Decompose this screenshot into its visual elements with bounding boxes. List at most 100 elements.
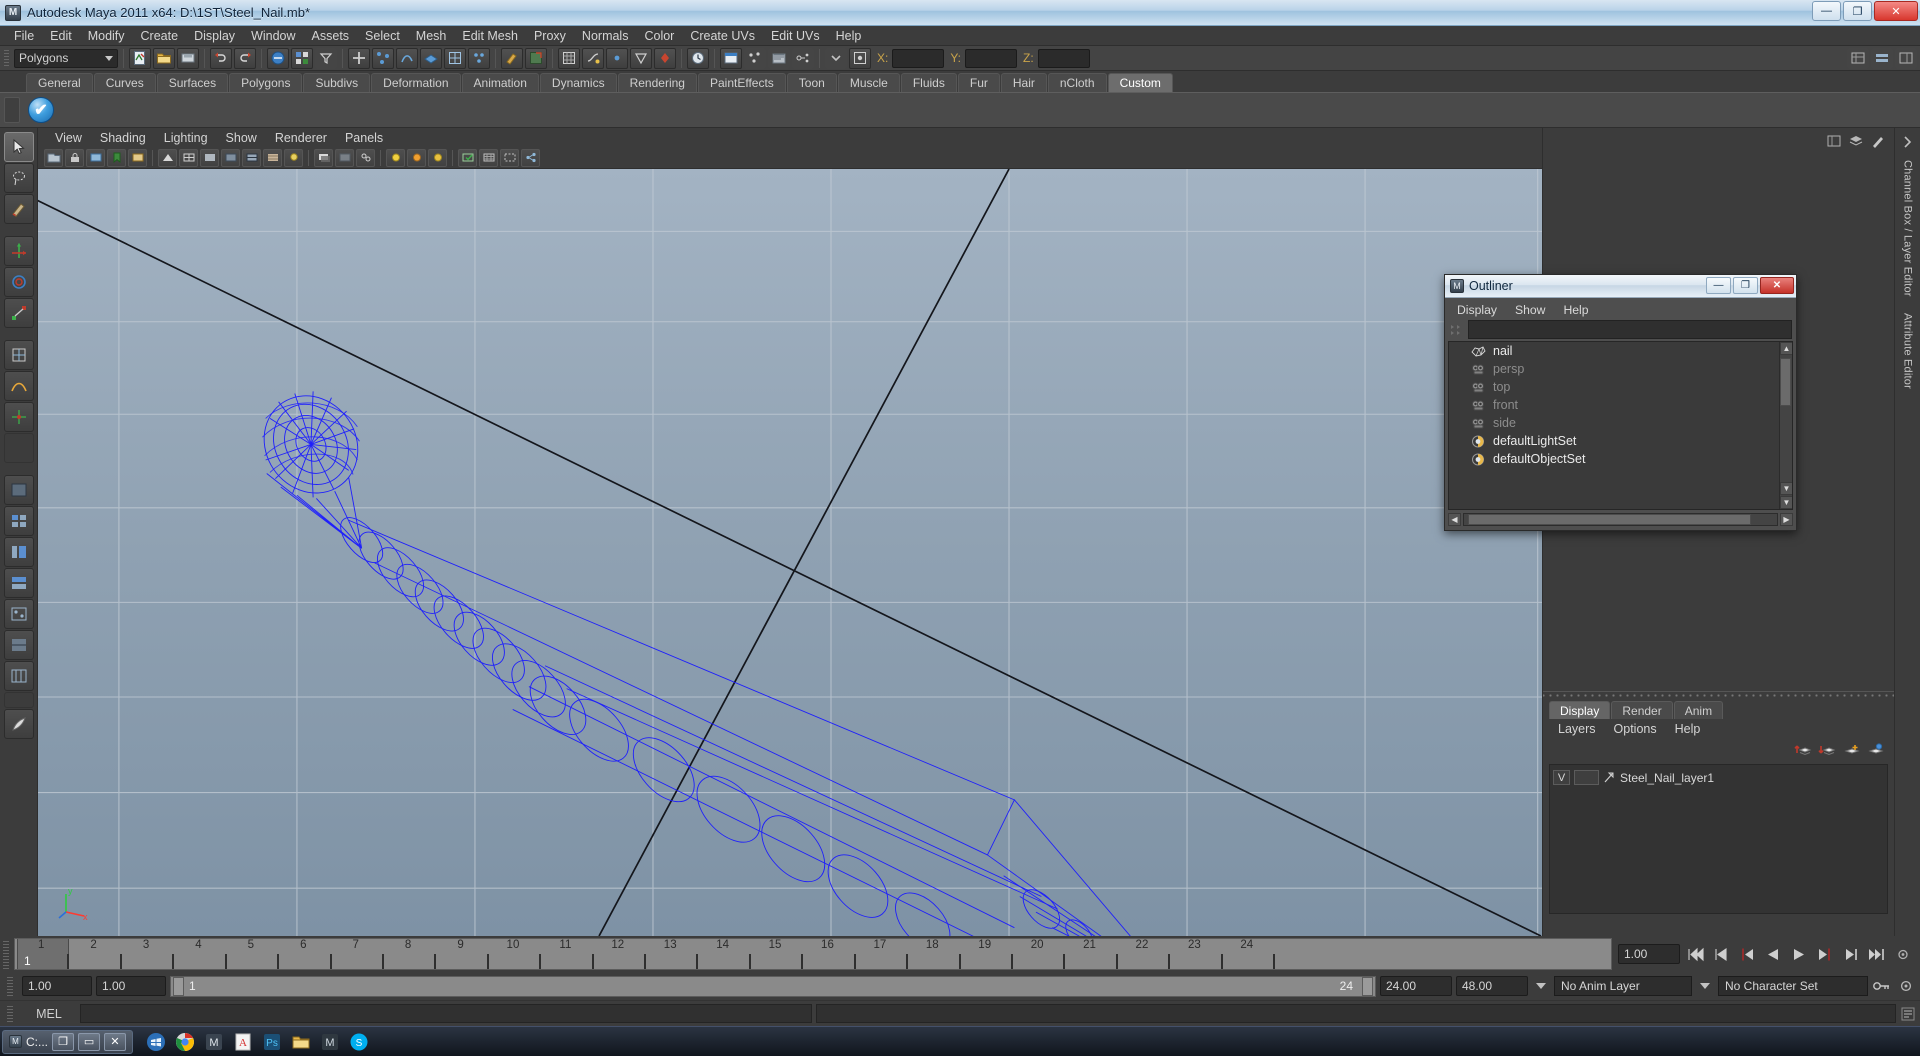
shadows-icon[interactable] — [314, 148, 333, 167]
taskbar-restore-button[interactable]: ❐ — [52, 1032, 75, 1051]
range-start-field[interactable]: 1.00 — [22, 976, 92, 996]
outliner-item[interactable]: side — [1449, 414, 1792, 432]
menu-item-help[interactable]: Help — [828, 28, 870, 44]
layer-editor-menu-help[interactable]: Help — [1666, 722, 1710, 736]
render-current-frame-button[interactable] — [720, 47, 742, 69]
layer-type-toggle[interactable] — [1574, 770, 1599, 785]
step-back-frame-button[interactable] — [1735, 943, 1758, 965]
maximize-button[interactable]: ❐ — [1843, 1, 1872, 21]
snap-to-projected-center-button[interactable] — [630, 47, 652, 69]
command-language-label[interactable]: MEL — [22, 1007, 76, 1021]
persp-graph-layout-button[interactable] — [3, 568, 34, 598]
highlight-selection-button[interactable] — [525, 47, 547, 69]
time-slider[interactable]: 1 1 2 3 4 5 6 7 8 9 10 11 12 13 14 15 16 17 18 19 20 21 22 23 2… — [14, 938, 1612, 970]
outliner-menu-display[interactable]: Display — [1448, 303, 1506, 317]
share-viewport-icon[interactable] — [521, 148, 540, 167]
layer-stack-icon[interactable] — [1848, 133, 1864, 149]
script-editor-icon[interactable] — [1900, 1006, 1916, 1022]
outliner-item[interactable]: top — [1449, 378, 1792, 396]
select-camera-icon[interactable] — [44, 148, 63, 167]
range-slider-right-handle[interactable] — [1362, 976, 1373, 996]
y-coord-field[interactable] — [965, 48, 1018, 68]
open-scene-button[interactable] — [153, 47, 175, 69]
menu-item-window[interactable]: Window — [243, 28, 303, 44]
shelf-tab-painteffects[interactable]: PaintEffects — [697, 73, 786, 92]
rotate-tool[interactable] — [3, 267, 34, 297]
outliner-menu-show[interactable]: Show — [1506, 303, 1555, 317]
outliner-horizontal-scrollbar[interactable]: ◀ ▶ — [1448, 512, 1793, 527]
close-button[interactable]: ✕ — [1874, 1, 1918, 21]
xray-joints-icon[interactable] — [356, 148, 375, 167]
shelf-tab-polygons[interactable]: Polygons — [229, 73, 303, 92]
menu-item-assets[interactable]: Assets — [304, 28, 358, 44]
select-by-object-type-button[interactable] — [291, 47, 313, 69]
play-backwards-button[interactable] — [1761, 943, 1784, 965]
viewport-menu-lighting[interactable]: Lighting — [155, 131, 217, 145]
layer-row[interactable]: V Steel_Nail_layer1 — [1553, 769, 1884, 786]
outliner-hscroll-track[interactable] — [1463, 513, 1778, 526]
sidebar-collapse-arrow[interactable] — [825, 47, 847, 69]
outliner-hscroll-thumb[interactable] — [1468, 514, 1751, 525]
isolate-select-icon[interactable] — [458, 148, 477, 167]
taskbar-console-window[interactable]: M C:... ❐ ▭ ✕ — [2, 1029, 134, 1054]
outliner-tree[interactable]: nail persp top front side defaultLightSet defa… — [1448, 341, 1793, 510]
maya-taskbar-icon[interactable]: M — [201, 1030, 227, 1054]
bookmark-icon[interactable] — [107, 148, 126, 167]
chrome-icon[interactable] — [172, 1030, 198, 1054]
minimize-button[interactable]: — — [1812, 1, 1841, 21]
layer-editor-menu-layers[interactable]: Layers — [1549, 722, 1605, 736]
uv-component-button[interactable] — [444, 47, 466, 69]
attribute-editor-label[interactable]: Attribute Editor — [1902, 307, 1914, 395]
outliner-item[interactable]: front — [1449, 396, 1792, 414]
select-tool[interactable] — [3, 132, 34, 162]
face-component-button[interactable] — [420, 47, 442, 69]
single-perspective-layout-button[interactable] — [3, 475, 34, 505]
lock-selection-button[interactable] — [501, 47, 523, 69]
wireframe-shading-icon[interactable] — [179, 148, 198, 167]
snap-to-point-button[interactable] — [606, 47, 628, 69]
outliner-menu-help[interactable]: Help — [1554, 303, 1597, 317]
folder-icon[interactable] — [288, 1030, 314, 1054]
snap-to-view-plane-button[interactable] — [654, 47, 676, 69]
hypershade-persp-layout-button[interactable] — [3, 599, 34, 629]
step-forward-frame-button[interactable] — [1813, 943, 1836, 965]
outliner-item[interactable]: nail — [1449, 342, 1792, 360]
ipr-render-button[interactable] — [744, 47, 766, 69]
menu-item-proxy[interactable]: Proxy — [526, 28, 574, 44]
image-plane-icon[interactable] — [128, 148, 147, 167]
viewport-menu-panels[interactable]: Panels — [336, 131, 392, 145]
panel-drag-handle[interactable] — [1543, 692, 1894, 699]
shade-wireframe-icon[interactable] — [242, 148, 261, 167]
shelf-item-custom-tool[interactable]: ✔ — [26, 95, 56, 125]
transform-pivot-icon[interactable] — [849, 47, 871, 69]
use-all-lights-icon[interactable] — [284, 148, 303, 167]
construction-history-button[interactable] — [687, 47, 709, 69]
shelf-tab-subdivs[interactable]: Subdivs — [303, 73, 371, 92]
step-back-keyframe-button[interactable] — [1709, 943, 1732, 965]
range-slider[interactable]: 1 24 — [170, 975, 1376, 997]
last-tool-used[interactable] — [3, 433, 34, 463]
playback-end-field[interactable]: 24.00 — [1380, 976, 1452, 996]
outliner-minimize-button[interactable]: — — [1706, 277, 1731, 294]
dock-arrow-icon[interactable] — [1900, 134, 1916, 150]
skype-icon[interactable]: S — [346, 1030, 372, 1054]
render-settings-button[interactable] — [768, 47, 790, 69]
scroll-left-arrow-icon[interactable]: ◀ — [1448, 513, 1461, 526]
time-slider-grip[interactable] — [0, 939, 14, 969]
shelf-tab-ncloth[interactable]: nCloth — [1047, 73, 1107, 92]
select-tool-button[interactable] — [348, 47, 370, 69]
statusline-grip[interactable] — [3, 48, 12, 68]
snap-to-curve-button[interactable] — [582, 47, 604, 69]
shelf-tab-toon[interactable]: Toon — [786, 73, 837, 92]
smooth-shade-all-icon[interactable] — [221, 148, 240, 167]
range-slider-left-handle[interactable] — [173, 976, 184, 996]
show-manipulator-tool[interactable] — [3, 402, 34, 432]
anim-layer-dropdown-arrow-icon[interactable] — [1536, 983, 1546, 989]
grid-toggle-icon[interactable] — [479, 148, 498, 167]
edge-component-button[interactable] — [396, 47, 418, 69]
texture-display-icon[interactable] — [263, 148, 282, 167]
four-view-layout-button[interactable] — [3, 506, 34, 536]
shelf-tab-muscle[interactable]: Muscle — [837, 73, 900, 92]
layer-editor-menu-options[interactable]: Options — [1605, 722, 1666, 736]
lasso-tool[interactable] — [3, 163, 34, 193]
